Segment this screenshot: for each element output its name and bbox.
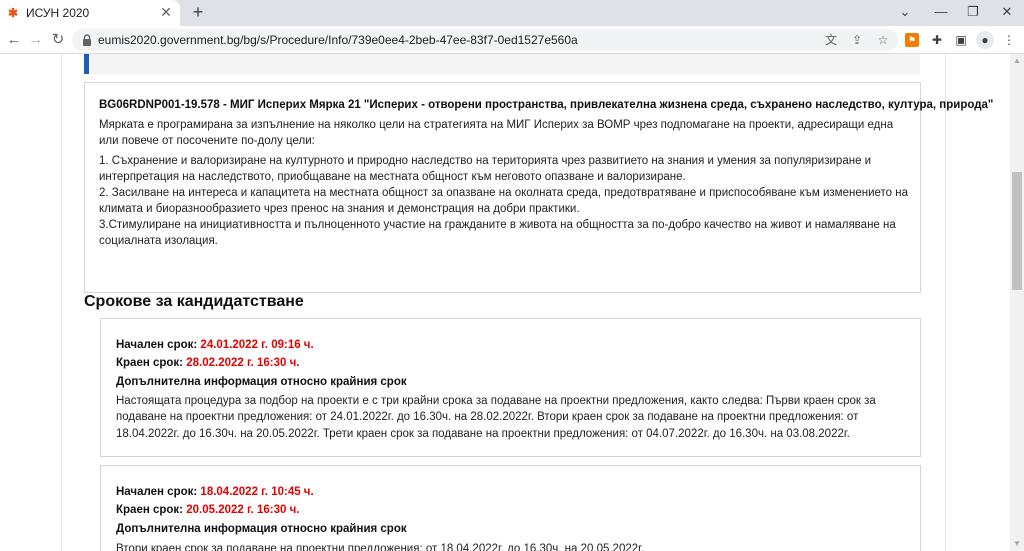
start-deadline-row: Начален срок: 24.01.2022 г. 09:16 ч. — [116, 339, 314, 351]
extra-info-text: Настоящата процедура за подбор на проект… — [116, 395, 876, 440]
deadline-card: Начален срок: 24.01.2022 г. 09:16 ч. Кра… — [100, 318, 921, 457]
section-accent-bar — [84, 54, 89, 74]
profile-avatar-icon[interactable]: ● — [976, 31, 994, 49]
end-label: Краен срок: — [116, 357, 184, 369]
end-label: Краен срок: — [116, 504, 184, 516]
minimize-button[interactable]: — — [926, 3, 956, 21]
start-label: Начален срок: — [116, 486, 198, 498]
goal-item: 3.Стимулиране на инициативността и пълно… — [99, 219, 896, 248]
restore-button[interactable]: ❐ — [958, 3, 988, 21]
content-border-right — [945, 54, 946, 551]
back-button[interactable]: ← — [4, 30, 24, 50]
tab-search-icon[interactable]: ⌄ — [890, 3, 920, 21]
share-icon[interactable]: ⇪ — [848, 31, 866, 49]
tab-strip: ✱ ИСУН 2020 ✕ + ⌄ — ❐ ✕ — [0, 0, 1024, 26]
start-value: 24.01.2022 г. 09:16 ч. — [200, 339, 314, 351]
new-tab-button[interactable]: + — [188, 2, 208, 22]
measure-title: BG06RDNP001-19.578 - МИГ Исперих Мярка 2… — [99, 99, 994, 111]
reload-button[interactable]: ↻ — [48, 30, 68, 50]
start-deadline-row: Начален срок: 18.04.2022 г. 10:45 ч. — [116, 486, 314, 498]
extra-info-label: Допълнителна информация относно крайния … — [116, 523, 407, 535]
lock-icon[interactable] — [80, 33, 94, 47]
previous-section-strip — [84, 54, 920, 74]
isun-favicon-icon: ✱ — [8, 6, 19, 20]
browser-toolbar: ← → ↻ eumis2020.government.bg/bg/s/Proce… — [0, 26, 1024, 54]
browser-tab[interactable]: ✱ ИСУН 2020 ✕ — [0, 0, 180, 26]
bookmark-star-icon[interactable]: ☆ — [874, 31, 892, 49]
scrollbar-thumb[interactable] — [1012, 172, 1022, 290]
tab-title: ИСУН 2020 — [26, 6, 90, 20]
end-value: 28.02.2022 г. 16:30 ч. — [186, 357, 300, 369]
tab-close-icon[interactable]: ✕ — [158, 4, 174, 20]
end-deadline-row: Краен срок: 20.05.2022 г. 16:30 ч. — [116, 504, 299, 516]
end-deadline-row: Краен срок: 28.02.2022 г. 16:30 ч. — [116, 357, 299, 369]
deadline-card: Начален срок: 18.04.2022 г. 10:45 ч. Кра… — [100, 465, 921, 551]
start-label: Начален срок: — [116, 339, 198, 351]
extensions-puzzle-icon[interactable]: ✚ — [928, 31, 946, 49]
section-heading-deadlines: Срокове за кандидатстване — [84, 293, 304, 310]
content-border-left — [61, 54, 62, 551]
address-bar[interactable]: eumis2020.government.bg/bg/s/Procedure/I… — [72, 29, 898, 51]
page-viewport: BG06RDNP001-19.578 - МИГ Исперих Мярка 2… — [0, 54, 1010, 551]
window-close-button[interactable]: ✕ — [992, 3, 1022, 21]
menu-kebab-icon[interactable]: ⋮ — [1000, 31, 1018, 49]
extra-info-text: Втори краен срок за подаване на проектни… — [116, 543, 645, 551]
translate-icon[interactable]: 文 — [822, 31, 840, 49]
measure-description-box: BG06RDNP001-19.578 - МИГ Исперих Мярка 2… — [84, 82, 994, 293]
url-text[interactable]: eumis2020.government.bg/bg/s/Procedure/I… — [98, 33, 578, 47]
description-paragraph: Мярката е програмирана за изпълнение на … — [99, 119, 894, 148]
extension-badge-icon[interactable]: ⚑ — [905, 33, 919, 47]
extra-info-label: Допълнителна информация относно крайния … — [116, 376, 407, 388]
forward-button[interactable]: → — [26, 30, 46, 50]
page-scrollbar[interactable]: ▲ ▼ — [1010, 54, 1024, 551]
scroll-down-arrow-icon[interactable]: ▼ — [1010, 537, 1024, 551]
side-panel-icon[interactable]: ▣ — [952, 31, 970, 49]
goal-item: 1. Съхранение и валоризиране на културно… — [99, 155, 872, 184]
goal-item: 2. Засилване на интереса и капацитета на… — [99, 187, 908, 216]
end-value: 20.05.2022 г. 16:30 ч. — [186, 504, 300, 516]
start-value: 18.04.2022 г. 10:45 ч. — [200, 486, 314, 498]
scroll-up-arrow-icon[interactable]: ▲ — [1010, 54, 1024, 68]
